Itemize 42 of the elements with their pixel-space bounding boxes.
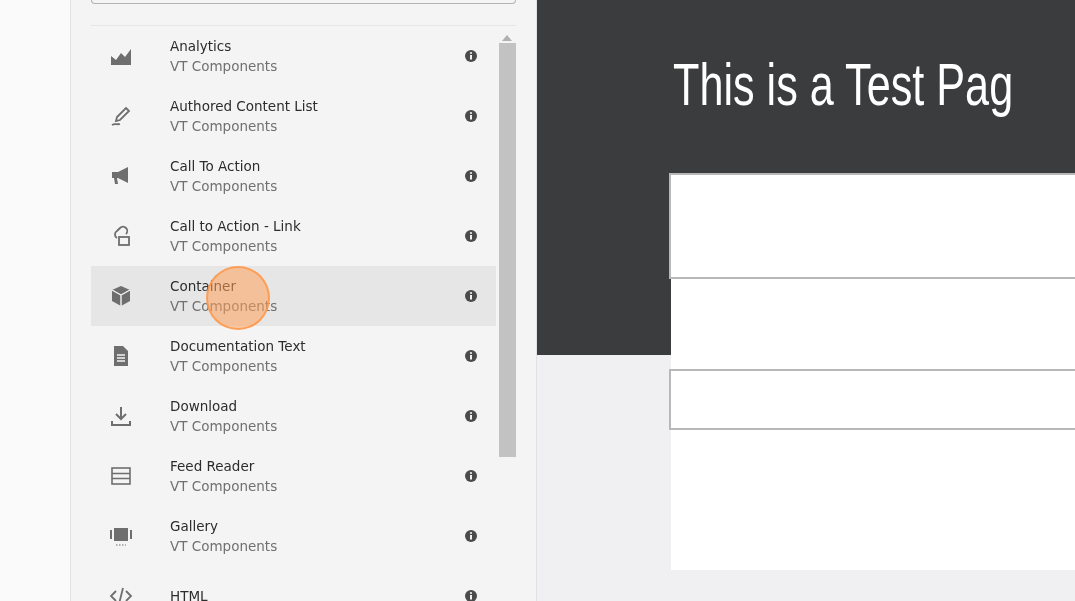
list-icon: [109, 464, 133, 488]
info-icon[interactable]: [465, 290, 477, 302]
info-icon[interactable]: [465, 50, 477, 62]
component-group: VT Components: [170, 236, 465, 256]
info-icon[interactable]: [465, 230, 477, 242]
component-title: Call to Action - Link: [170, 217, 302, 236]
component-item[interactable]: Analytics VT Components: [91, 26, 496, 86]
component-item[interactable]: Documentation Text VT Components: [91, 326, 496, 386]
info-icon[interactable]: [465, 530, 477, 542]
component-group: VT Components: [170, 476, 465, 496]
component-title: HTML: [170, 587, 209, 601]
info-icon[interactable]: [465, 350, 477, 362]
download-icon: [109, 404, 133, 428]
component-item[interactable]: Call to Action - Link VT Components: [91, 206, 496, 266]
pen-icon: [109, 104, 133, 128]
component-group: VT Components: [170, 536, 465, 556]
box-icon: [109, 284, 133, 308]
component-title: Call To Action: [170, 157, 262, 176]
info-icon[interactable]: [465, 170, 477, 182]
component-title: Feed Reader: [170, 457, 256, 476]
component-group: VT Components: [170, 56, 465, 76]
component-group: VT Components: [170, 176, 465, 196]
info-icon[interactable]: [465, 410, 477, 422]
info-icon[interactable]: [465, 590, 477, 601]
page-heading: This is a Test Pag: [673, 50, 1014, 120]
component-item[interactable]: Gallery VT Components: [91, 506, 496, 566]
component-item[interactable]: Feed Reader VT Components: [91, 446, 496, 506]
component-item[interactable]: Call To Action VT Components: [91, 146, 496, 206]
component-item[interactable]: Authored Content List VT Components: [91, 86, 496, 146]
scrollbar-thumb[interactable]: [498, 43, 516, 457]
info-icon[interactable]: [465, 470, 477, 482]
component-group: VT Components: [170, 116, 465, 136]
component-item[interactable]: Download VT Components: [91, 386, 496, 446]
component-item[interactable]: HTML: [91, 566, 496, 601]
component-group: VT Components: [170, 416, 465, 436]
component-title: Gallery: [170, 517, 220, 536]
component-group: VT Components: [170, 356, 465, 376]
component-title: Analytics: [170, 37, 233, 56]
component-title: Documentation Text: [170, 337, 307, 356]
component-title: Authored Content List: [170, 97, 319, 116]
info-icon[interactable]: [465, 110, 477, 122]
component-title: Download: [170, 397, 239, 416]
